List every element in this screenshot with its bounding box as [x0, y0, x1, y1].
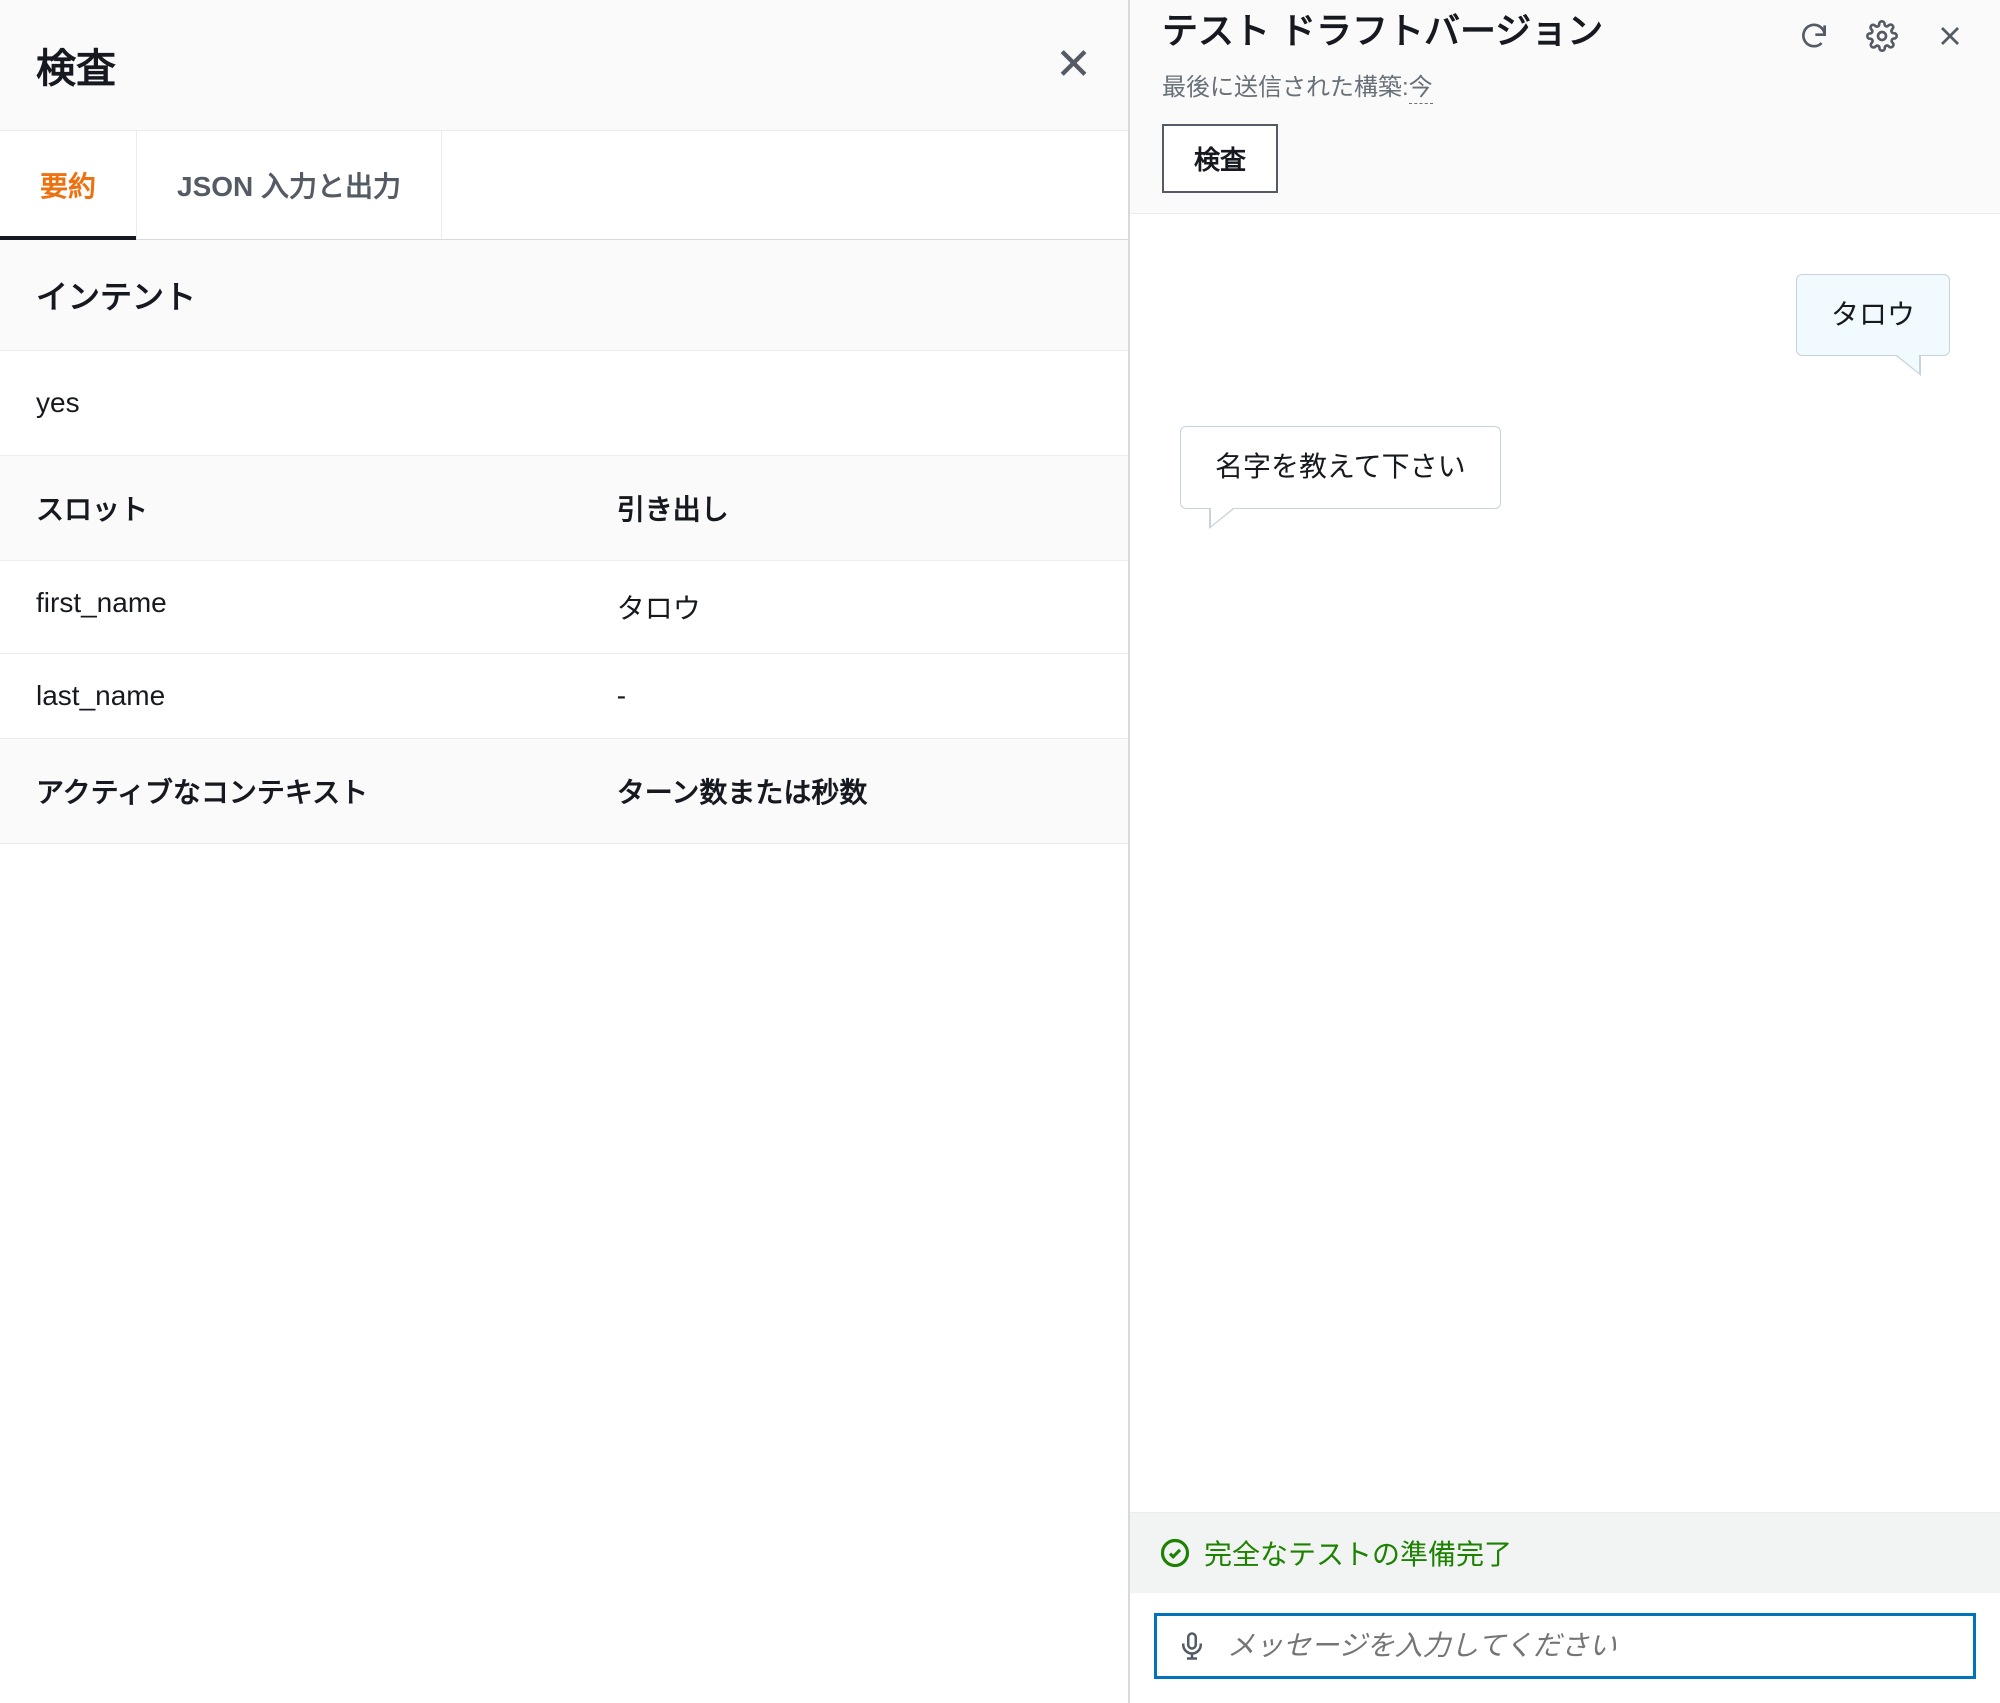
microphone-icon[interactable]: [1177, 1631, 1207, 1661]
inspect-title: 検査: [36, 36, 116, 94]
slot-value: タロウ: [617, 587, 1092, 627]
user-message[interactable]: タロウ: [1796, 274, 1950, 356]
refresh-button[interactable]: [1796, 18, 1832, 54]
slot-value: -: [617, 680, 1092, 712]
table-row: last_name -: [0, 654, 1128, 739]
tab-json-io[interactable]: JSON 入力と出力: [137, 131, 442, 239]
tab-summary[interactable]: 要約: [0, 131, 137, 239]
message-input-box[interactable]: [1154, 1613, 1976, 1679]
gear-icon: [1866, 20, 1898, 52]
chat-area: タロウ 名字を教えて下さい: [1130, 214, 2000, 1512]
test-header-icons: [1796, 8, 1968, 54]
col-draw-header: 引き出し: [617, 488, 1092, 528]
col-context-header: アクティブなコンテキスト: [36, 771, 617, 811]
check-circle-icon: [1160, 1538, 1190, 1568]
col-slot-header: スロット: [36, 488, 617, 528]
last-build-label: 最後に送信された構築:: [1162, 74, 1409, 101]
inspect-panel: 検査 ✕ 要約 JSON 入力と出力 インテント yes スロット 引き出し f…: [0, 0, 1130, 1703]
slots-header: スロット 引き出し: [0, 456, 1128, 561]
test-title: テスト ドラフトバージョン: [1162, 8, 1603, 55]
bot-message[interactable]: 名字を教えて下さい: [1180, 426, 1501, 508]
test-panel: テスト ドラフトバージョン 最後に送信された構築:今 検査 タロウ 名字を教えて…: [1130, 0, 2000, 1703]
input-row: [1130, 1593, 2000, 1703]
inspect-button[interactable]: 検査: [1162, 124, 1278, 193]
inspect-tabs: 要約 JSON 入力と出力: [0, 131, 1128, 240]
close-test-button[interactable]: [1932, 18, 1968, 54]
test-header: テスト ドラフトバージョン 最後に送信された構築:今 検査: [1130, 0, 2000, 214]
settings-button[interactable]: [1864, 18, 1900, 54]
close-icon: ✕: [1055, 40, 1092, 89]
inspect-header: 検査 ✕: [0, 0, 1128, 131]
close-icon: [1934, 20, 1966, 52]
intent-value: yes: [0, 351, 1128, 456]
intent-heading: インテント: [0, 240, 1128, 351]
message-input[interactable]: [1227, 1630, 1953, 1662]
context-header: アクティブなコンテキスト ターン数または秒数: [0, 739, 1128, 844]
refresh-icon: [1798, 20, 1830, 52]
last-build-value: 今: [1409, 74, 1433, 104]
last-build-text: 最後に送信された構築:今: [1162, 67, 1968, 102]
slot-name: first_name: [36, 587, 617, 627]
status-bar: 完全なテストの準備完了: [1130, 1512, 2000, 1593]
status-text: 完全なテストの準備完了: [1204, 1533, 1512, 1573]
slot-name: last_name: [36, 680, 617, 712]
col-turns-header: ターン数または秒数: [617, 771, 1092, 811]
close-button[interactable]: ✕: [1055, 43, 1092, 87]
table-row: first_name タロウ: [0, 561, 1128, 654]
